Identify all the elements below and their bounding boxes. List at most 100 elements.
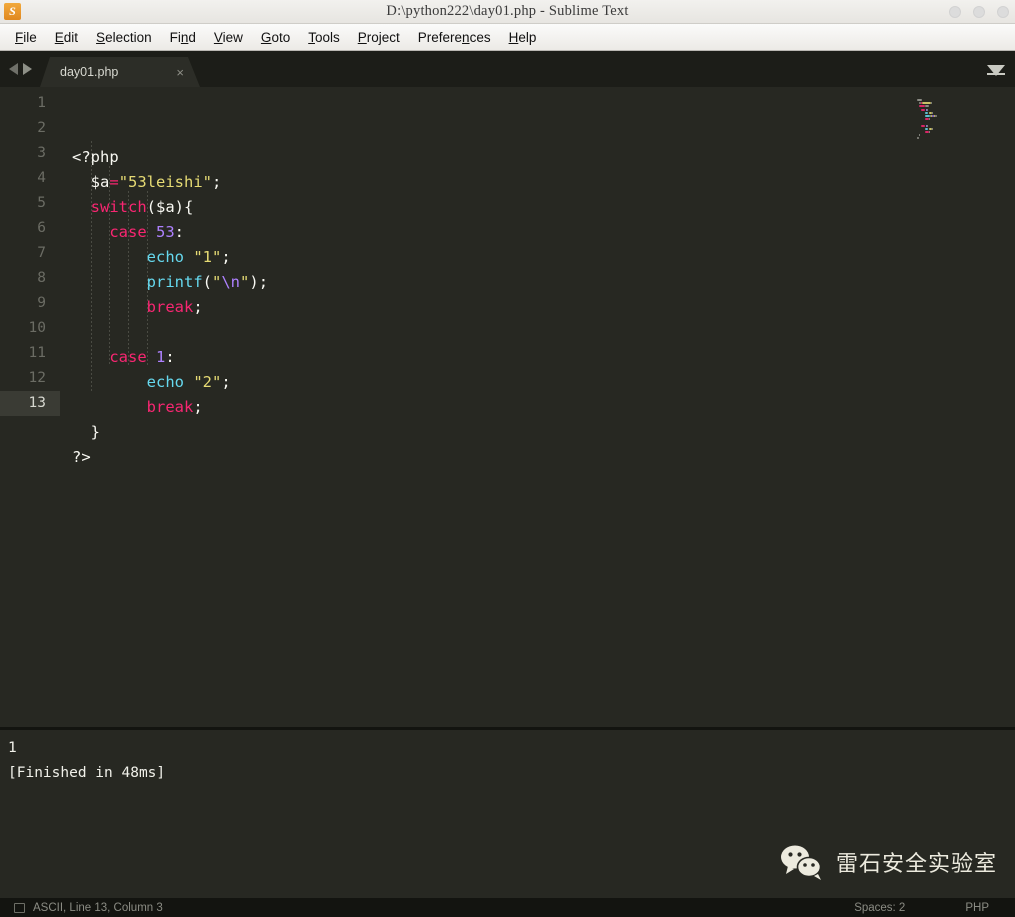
minimap-token <box>917 99 922 101</box>
token-esc: \n <box>221 273 240 291</box>
minimap-token <box>925 105 930 107</box>
token-plain <box>72 173 91 191</box>
arrow-left-icon[interactable] <box>9 63 18 75</box>
token-key: break <box>147 298 194 316</box>
token-str: "53leishi" <box>119 173 212 191</box>
token-key: case <box>109 223 146 241</box>
menu-item-project[interactable]: Project <box>349 27 409 48</box>
token-plain <box>72 373 147 391</box>
line-number-3: 3 <box>0 141 60 166</box>
line-number-5: 5 <box>0 191 60 216</box>
token-plain: ; <box>221 248 230 266</box>
status-syntax[interactable]: PHP <box>965 902 989 914</box>
code-line-7: break; <box>72 295 1015 320</box>
line-number-4: 4 <box>0 166 60 191</box>
token-plain <box>72 198 91 216</box>
token-fn: echo <box>147 373 184 391</box>
window-title: D:\python222\day01.php - Sublime Text <box>0 3 1015 20</box>
status-position[interactable]: ASCII, Line 13, Column 3 <box>33 902 163 914</box>
arrow-right-icon[interactable] <box>23 63 32 75</box>
output-line: [Finished in 48ms] <box>8 761 1007 786</box>
token-num: 1 <box>156 348 165 366</box>
token-num: 53 <box>156 223 175 241</box>
watermark-text: 雷石安全实验室 <box>836 846 997 878</box>
token-key: = <box>109 173 118 191</box>
menu-item-help[interactable]: Help <box>500 27 546 48</box>
minimap-token <box>922 102 932 104</box>
window-controls <box>949 6 1009 18</box>
line-number-11: 11 <box>0 341 60 366</box>
line-number-9: 9 <box>0 291 60 316</box>
token-plain <box>72 423 91 441</box>
minimap[interactable] <box>915 87 1015 727</box>
code-line-8 <box>72 320 1015 345</box>
menu-item-selection[interactable]: Selection <box>87 27 161 48</box>
line-number-7: 7 <box>0 241 60 266</box>
token-str: "2" <box>193 373 221 391</box>
token-plain: ($a){ <box>147 198 194 216</box>
maximize-button[interactable] <box>973 6 985 18</box>
minimap-token <box>929 131 930 133</box>
minimap-token <box>932 128 933 130</box>
menu-item-tools[interactable]: Tools <box>299 27 349 48</box>
tab-day01-php[interactable]: day01.php × <box>40 57 200 87</box>
tab-label: day01.php <box>60 65 118 79</box>
token-plain: ; <box>193 298 202 316</box>
minimap-token <box>935 115 937 117</box>
minimap-token <box>932 112 933 114</box>
status-indentation[interactable]: Spaces: 2 <box>854 902 905 914</box>
code-line-13: ?> <box>72 445 1015 470</box>
token-key: switch <box>91 198 147 216</box>
menu-item-file[interactable]: File <box>6 27 46 48</box>
line-number-gutter: 12345678910111213 <box>0 87 60 727</box>
line-number-2: 2 <box>0 116 60 141</box>
minimap-token <box>917 137 919 139</box>
token-fn: echo <box>147 248 184 266</box>
close-icon[interactable]: × <box>176 66 184 79</box>
token-plain <box>72 273 147 291</box>
code-line-6: printf("\n"); <box>72 270 1015 295</box>
minimap-token <box>925 128 929 130</box>
title-bar: S D:\python222\day01.php - Sublime Text <box>0 0 1015 24</box>
menu-item-goto[interactable]: Goto <box>252 27 299 48</box>
token-plain: ); <box>249 273 268 291</box>
token-plain <box>184 373 193 391</box>
menu-item-view[interactable]: View <box>205 27 252 48</box>
status-left: ASCII, Line 13, Column 3 <box>0 902 163 914</box>
token-plain <box>184 248 193 266</box>
token-plain: ; <box>221 373 230 391</box>
menu-item-edit[interactable]: Edit <box>46 27 87 48</box>
line-number-10: 10 <box>0 316 60 341</box>
token-plain <box>147 348 156 366</box>
wechat-icon <box>780 844 824 880</box>
token-plain: $a <box>91 173 110 191</box>
token-plain <box>72 348 109 366</box>
code-content[interactable]: <?php $a="53leishi"; switch($a){ case 53… <box>60 87 1015 727</box>
token-plain: } <box>91 423 100 441</box>
code-line-11: break; <box>72 395 1015 420</box>
code-line-9: case 1: <box>72 345 1015 370</box>
token-plain <box>72 248 147 266</box>
menu-item-find[interactable]: Find <box>161 27 205 48</box>
document-icon <box>14 903 25 913</box>
token-fn: printf <box>147 273 203 291</box>
token-plain <box>72 223 109 241</box>
code-line-2: $a="53leishi"; <box>72 170 1015 195</box>
minimize-button[interactable] <box>949 6 961 18</box>
minimap-token <box>929 118 930 120</box>
menu-item-preferences[interactable]: Preferences <box>409 27 500 48</box>
sublime-text-window: S D:\python222\day01.php - Sublime Text … <box>0 0 1015 917</box>
editor-area[interactable]: 12345678910111213 <?php $a="53leishi"; s… <box>0 87 1015 727</box>
line-number-6: 6 <box>0 216 60 241</box>
token-str: " <box>212 273 221 291</box>
close-button[interactable] <box>997 6 1009 18</box>
chevron-down-icon[interactable] <box>987 65 1005 76</box>
token-key: break <box>147 398 194 416</box>
token-plain: ?> <box>72 448 91 466</box>
token-plain <box>147 223 156 241</box>
token-plain: : <box>165 348 174 366</box>
code-line-1: <?php <box>72 145 1015 170</box>
code-line-10: echo "2"; <box>72 370 1015 395</box>
token-plain: <?php <box>72 148 119 166</box>
line-number-1: 1 <box>0 91 60 116</box>
